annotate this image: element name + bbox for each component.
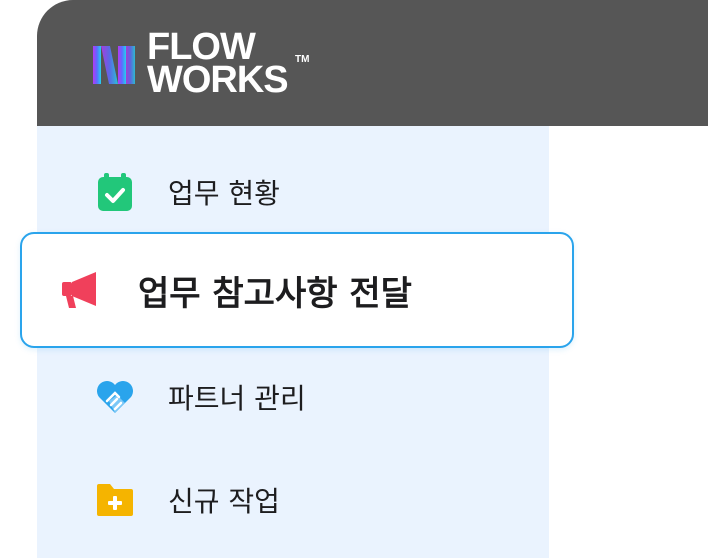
folder-plus-icon: [95, 480, 135, 520]
megaphone-icon: [58, 266, 106, 314]
app-header: FLOW WORKS TM: [37, 0, 708, 126]
brand-line-2: WORKS: [147, 59, 289, 101]
sidebar-item-label: 파트너 관리: [168, 382, 306, 415]
sidebar-item-label: 신규 작업: [168, 485, 280, 518]
calendar-check-icon: [95, 172, 135, 212]
trademark-mark: TM: [295, 54, 310, 65]
sidebar-item-partner-management[interactable]: 파트너 관리: [95, 377, 306, 417]
heart-handshake-icon: [95, 377, 135, 417]
sidebar-item-new-task[interactable]: 신규 작업: [95, 480, 280, 520]
brand-wordmark: FLOW WORKS: [147, 28, 289, 101]
sidebar-item-work-status[interactable]: 업무 현황: [95, 172, 280, 212]
flowworks-logo-icon: [93, 46, 135, 84]
sidebar-item-work-notes[interactable]: 업무 참고사항 전달: [20, 232, 574, 348]
sidebar-item-label: 업무 참고사항 전달: [138, 273, 412, 314]
sidebar-item-label: 업무 현황: [168, 177, 280, 210]
